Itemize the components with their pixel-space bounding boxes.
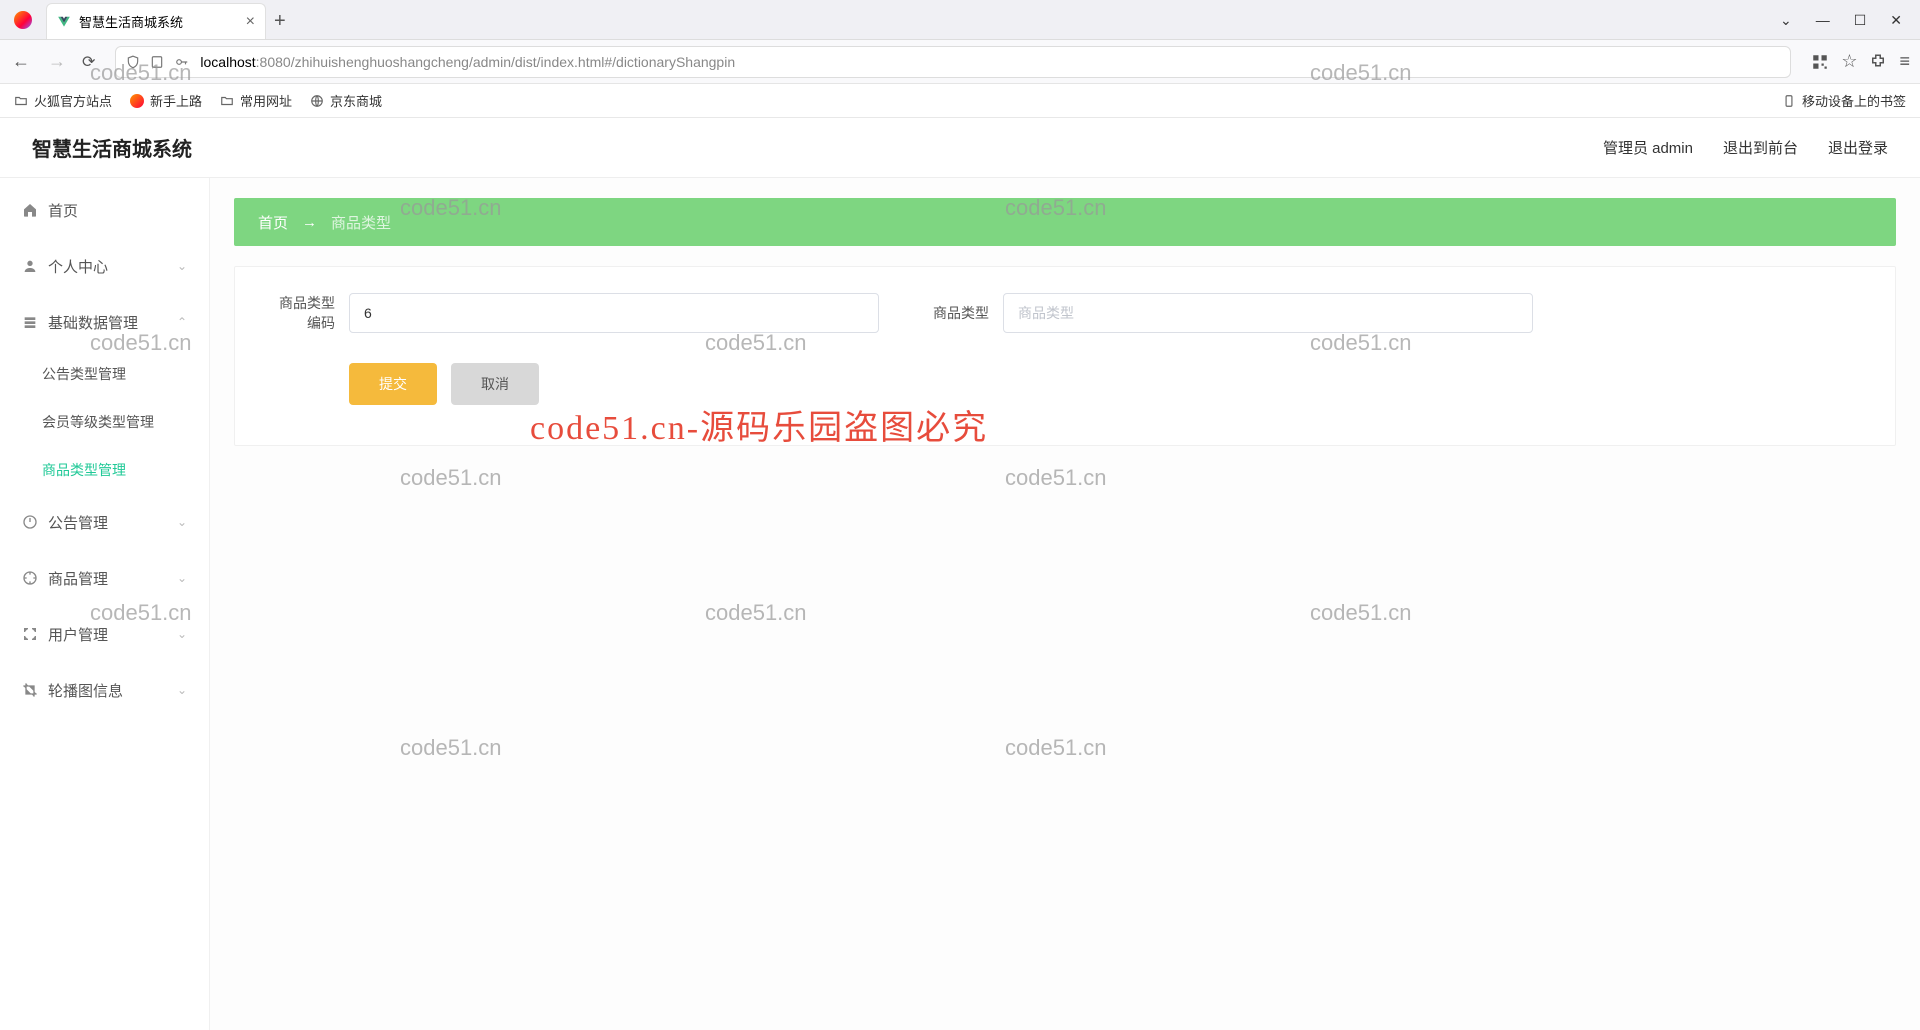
submit-button[interactable]: 提交 bbox=[349, 363, 437, 405]
vue-icon bbox=[57, 15, 71, 29]
url-bar[interactable]: localhost:8080/zhihuishenghuoshangcheng/… bbox=[115, 46, 1791, 78]
mobile-icon bbox=[1782, 94, 1796, 108]
folder-icon bbox=[14, 94, 28, 108]
forward-button[interactable]: → bbox=[46, 51, 68, 72]
key-icon bbox=[174, 55, 190, 69]
product-type-code-input[interactable] bbox=[349, 293, 879, 333]
firefox-icon bbox=[14, 11, 32, 29]
breadcrumb: 首页 → 商品类型 bbox=[234, 198, 1896, 246]
sidebar-sub-member-level[interactable]: 会员等级类型管理 bbox=[0, 398, 209, 446]
maximize-icon[interactable]: ☐ bbox=[1854, 12, 1867, 29]
crop-icon bbox=[22, 682, 38, 698]
bookmark-item[interactable]: 常用网址 bbox=[220, 91, 292, 110]
header-logout[interactable]: 退出登录 bbox=[1828, 137, 1888, 158]
sidebar-item-label: 个人中心 bbox=[48, 256, 108, 277]
form-label-code2: 编码 bbox=[265, 313, 335, 333]
browser-toolbar: ← → ⟳ localhost:8080/zhihuishenghuoshang… bbox=[0, 40, 1920, 84]
sidebar-item-user[interactable]: 用户管理 ⌄ bbox=[0, 606, 209, 662]
url-host: localhost bbox=[200, 54, 255, 70]
product-type-name-input[interactable] bbox=[1003, 293, 1533, 333]
globe-icon bbox=[310, 94, 324, 108]
chevron-down-icon: ⌄ bbox=[177, 627, 187, 641]
bookmarks-bar: 火狐官方站点 新手上路 常用网址 京东商城 移动设备上的书签 bbox=[0, 84, 1920, 118]
app-title: 智慧生活商城系统 bbox=[32, 133, 192, 162]
shield-icon bbox=[126, 55, 140, 69]
data-icon bbox=[22, 314, 38, 330]
window-controls: ⌄ — ☐ ✕ bbox=[1780, 12, 1920, 39]
bookmark-mobile[interactable]: 移动设备上的书签 bbox=[1782, 91, 1906, 110]
chevron-down-icon: ⌄ bbox=[177, 259, 187, 273]
bookmark-label: 京东商城 bbox=[330, 91, 382, 110]
form-label-code: 商品类型 bbox=[265, 293, 335, 313]
sidebar-sub-notice-type[interactable]: 公告类型管理 bbox=[0, 350, 209, 398]
sidebar-item-product[interactable]: 商品管理 ⌄ bbox=[0, 550, 209, 606]
sidebar-item-label: 轮播图信息 bbox=[48, 680, 123, 701]
bookmark-item[interactable]: 新手上路 bbox=[130, 91, 202, 110]
new-tab-button[interactable]: + bbox=[274, 10, 286, 39]
sidebar-item-notice[interactable]: 公告管理 ⌄ bbox=[0, 494, 209, 550]
breadcrumb-home[interactable]: 首页 bbox=[258, 212, 288, 233]
menu-icon[interactable]: ≡ bbox=[1899, 51, 1910, 72]
home-icon bbox=[22, 202, 38, 218]
bookmark-item[interactable]: 京东商城 bbox=[310, 91, 382, 110]
user-icon bbox=[22, 258, 38, 274]
header-exit-front[interactable]: 退出到前台 bbox=[1723, 137, 1798, 158]
app-root: 智慧生活商城系统 管理员 admin 退出到前台 退出登录 首页 个人中心 ⌄ … bbox=[0, 118, 1920, 1030]
url-path: :8080/zhihuishenghuoshangcheng/admin/dis… bbox=[256, 54, 735, 70]
back-button[interactable]: ← bbox=[10, 51, 32, 72]
close-tab-icon[interactable]: × bbox=[246, 13, 255, 31]
close-window-icon[interactable]: ✕ bbox=[1890, 12, 1902, 29]
qr-icon[interactable] bbox=[1811, 53, 1829, 71]
power-icon bbox=[22, 514, 38, 530]
sidebar-sub-product-type[interactable]: 商品类型管理 bbox=[0, 446, 209, 494]
tab-title: 智慧生活商城系统 bbox=[79, 12, 183, 31]
main-content: 首页 → 商品类型 商品类型 编码 商品类型 bbox=[210, 178, 1920, 1030]
browser-tab[interactable]: 智慧生活商城系统 × bbox=[46, 3, 266, 39]
chevron-down-icon: ⌄ bbox=[177, 571, 187, 585]
cancel-button[interactable]: 取消 bbox=[451, 363, 539, 405]
form-card: 商品类型 编码 商品类型 提交 取消 bbox=[234, 266, 1896, 446]
sidebar: 首页 个人中心 ⌄ 基础数据管理 ⌃ 公告类型管理 会员等级类型管理 商品类型管… bbox=[0, 178, 210, 1030]
fullscreen-icon bbox=[22, 626, 38, 642]
firefox-icon bbox=[130, 94, 144, 108]
chevron-up-icon: ⌃ bbox=[177, 315, 187, 329]
sidebar-item-label: 公告管理 bbox=[48, 512, 108, 533]
minimize-icon[interactable]: — bbox=[1816, 12, 1830, 29]
sidebar-item-label: 商品管理 bbox=[48, 568, 108, 589]
bookmark-item[interactable]: 火狐官方站点 bbox=[14, 91, 112, 110]
tabs-dropdown-icon[interactable]: ⌄ bbox=[1780, 12, 1792, 29]
breadcrumb-current: 商品类型 bbox=[331, 212, 391, 233]
sidebar-item-carousel[interactable]: 轮播图信息 ⌄ bbox=[0, 662, 209, 718]
target-icon bbox=[22, 570, 38, 586]
sidebar-item-home[interactable]: 首页 bbox=[0, 182, 209, 238]
browser-tab-bar: 智慧生活商城系统 × + ⌄ — ☐ ✕ bbox=[0, 0, 1920, 40]
reload-button[interactable]: ⟳ bbox=[82, 52, 95, 72]
bookmark-label: 常用网址 bbox=[240, 91, 292, 110]
sidebar-item-label: 用户管理 bbox=[48, 624, 108, 645]
bookmark-label: 火狐官方站点 bbox=[34, 91, 112, 110]
chevron-down-icon: ⌄ bbox=[177, 515, 187, 529]
bookmark-star-icon[interactable]: ☆ bbox=[1841, 51, 1857, 72]
sidebar-item-personal[interactable]: 个人中心 ⌄ bbox=[0, 238, 209, 294]
bookmark-label: 移动设备上的书签 bbox=[1802, 91, 1906, 110]
page-icon bbox=[150, 55, 164, 69]
folder-icon bbox=[220, 94, 234, 108]
header-admin[interactable]: 管理员 admin bbox=[1603, 137, 1693, 158]
form-label-name: 商品类型 bbox=[919, 303, 989, 323]
chevron-down-icon: ⌄ bbox=[177, 683, 187, 697]
extensions-icon[interactable] bbox=[1869, 53, 1887, 71]
breadcrumb-arrow-icon: → bbox=[302, 214, 317, 231]
sidebar-item-label: 首页 bbox=[48, 200, 78, 221]
sidebar-item-basedata[interactable]: 基础数据管理 ⌃ bbox=[0, 294, 209, 350]
bookmark-label: 新手上路 bbox=[150, 91, 202, 110]
app-header: 智慧生活商城系统 管理员 admin 退出到前台 退出登录 bbox=[0, 118, 1920, 178]
sidebar-item-label: 基础数据管理 bbox=[48, 312, 138, 333]
